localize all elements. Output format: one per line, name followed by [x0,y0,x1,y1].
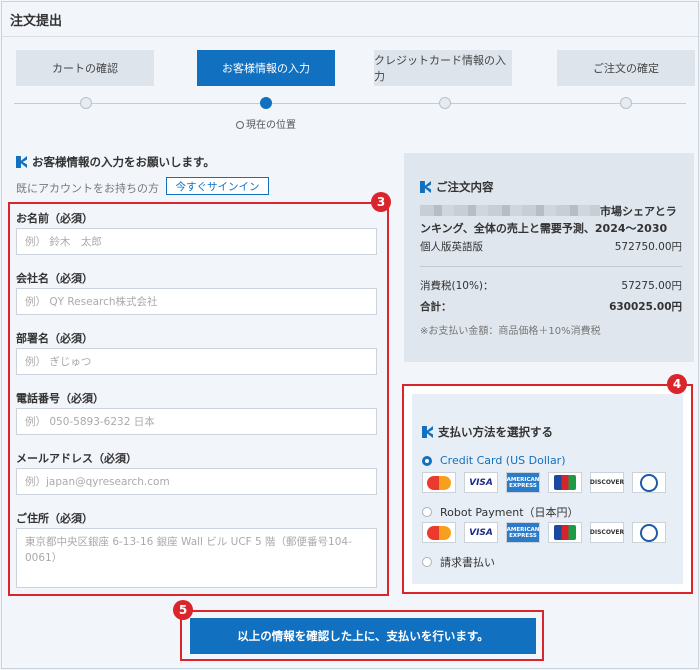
edition-price: 572750.00円 [614,241,682,253]
step-credit-card: クレジットカード情報の入力 [374,50,512,86]
email-input[interactable] [16,468,377,495]
name-label: お名前（必須） [16,212,93,225]
tax-value: 57275.00円 [621,280,682,292]
diners-club-icon [632,472,666,493]
total-value: 630025.00円 [609,301,682,313]
page-title: 注文提出 [10,14,63,29]
form-heading-text: お客様情報の入力をお願いします。 [32,155,215,169]
credit-card-logos: VISA AMERICAN EXPRESS DISCOVER [422,472,666,493]
section-marker-icon [420,181,431,193]
radio-unchecked-icon[interactable] [422,557,432,567]
order-product-name: 市場シェアとランキング、全体の売上と需要予測、2024～2030 [420,203,682,237]
submit-payment-button[interactable]: 以上の情報を確認した上に、支払いを行います。 [190,618,536,654]
phone-input[interactable] [16,408,377,435]
amex-icon: AMERICAN EXPRESS [506,522,540,543]
payment-option-robot-payment[interactable]: Robot Payment（日本円） [422,504,579,520]
visa-icon: VISA [464,522,498,543]
radio-checked-icon[interactable] [422,455,432,466]
visa-icon: VISA [464,472,498,493]
step-dot-4 [620,97,632,109]
address-textarea[interactable] [16,528,377,588]
title-divider [2,36,698,37]
step-order-confirm: ご注文の確定 [557,50,695,86]
order-note: ※お支払い金額：商品価格＋10%消費税 [420,326,601,337]
order-tax-row: 消費税(10%)： 57275.00円 [420,278,682,293]
order-total-row: 合計： 630025.00円 [420,299,682,314]
mastercard-icon [422,522,456,543]
order-heading-text: ご注文内容 [436,180,494,194]
current-position-label: 現在の位置 [246,120,296,131]
payment-heading-text: 支払い方法を選択する [438,425,553,439]
payment-option-credit-card[interactable]: Credit Card (US Dollar) [422,454,566,467]
badge-submit: 5 [173,600,193,620]
step-dot-1 [80,97,92,109]
total-label: 合計： [420,301,452,313]
company-label: 会社名（必須） [16,272,93,285]
robot-payment-logos: VISA AMERICAN EXPRESS DISCOVER [422,522,666,543]
phone-label: 電話番号（必須） [16,392,104,405]
redacted-product-name [420,205,600,216]
diners-club-icon [632,522,666,543]
payment-highlight-box: 支払い方法を選択する Credit Card (US Dollar) VISA … [402,384,693,594]
badge-payment: 4 [667,374,687,394]
company-input[interactable] [16,288,377,315]
section-marker-icon [16,156,27,168]
step-customer-info: お客様情報の入力 [197,50,335,86]
name-input[interactable] [16,228,377,255]
payment-panel: 支払い方法を選択する Credit Card (US Dollar) VISA … [412,394,683,584]
section-marker-icon [422,426,433,438]
step-cart-confirm: カートの確認 [16,50,154,86]
robot-payment-label: Robot Payment（日本円） [440,506,579,519]
jcb-icon [548,522,582,543]
order-summary: ご注文内容 市場シェアとランキング、全体の売上と需要予測、2024～2030 個… [404,153,694,362]
address-label: ご住所（必須） [16,512,93,525]
edition-label: 個人版英語版 [420,241,483,253]
current-position-marker: 現在の位置 [236,116,296,131]
amex-icon: AMERICAN EXPRESS [506,472,540,493]
payment-heading: 支払い方法を選択する [422,424,553,440]
account-text: 既にアカウントをお持ちの方 [16,182,159,195]
radio-unchecked-icon[interactable] [422,507,432,517]
payment-option-invoice[interactable]: 請求書払い [422,554,495,570]
form-heading: お客様情報の入力をお願いします。 [16,154,215,170]
department-label: 部署名（必須） [16,332,93,345]
order-edition-row: 個人版英語版 572750.00円 [420,239,682,254]
step-dot-2 [260,97,272,109]
jcb-icon [548,472,582,493]
discover-icon: DISCOVER [590,472,624,493]
order-divider [420,266,682,267]
order-heading: ご注文内容 [420,179,494,195]
credit-card-label: Credit Card (US Dollar) [440,454,566,467]
invoice-label: 請求書払い [440,556,495,569]
step-progress-line [14,103,686,104]
email-label: メールアドレス（必須） [16,452,137,465]
badge-form: 3 [371,192,391,212]
discover-icon: DISCOVER [590,522,624,543]
tax-label: 消費税(10%)： [420,280,494,292]
step-dot-3 [439,97,451,109]
signin-button[interactable]: 今すぐサインイン [166,177,269,195]
mastercard-icon [422,472,456,493]
department-input[interactable] [16,348,377,375]
location-pin-icon [236,121,244,129]
